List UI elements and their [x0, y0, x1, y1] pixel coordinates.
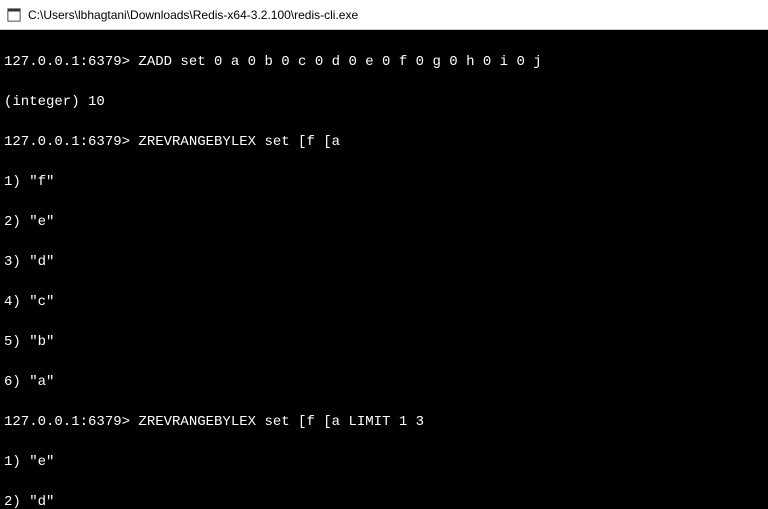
terminal-line: 1) "e": [4, 452, 764, 472]
window-title-bar: C:\Users\lbhagtani\Downloads\Redis-x64-3…: [0, 0, 768, 30]
window-title: C:\Users\lbhagtani\Downloads\Redis-x64-3…: [28, 8, 358, 22]
terminal-line: 2) "d": [4, 492, 764, 509]
terminal-line: 3) "d": [4, 252, 764, 272]
terminal-line: 2) "e": [4, 212, 764, 232]
app-icon: [6, 7, 22, 23]
terminal-line: 5) "b": [4, 332, 764, 352]
terminal-line: 4) "c": [4, 292, 764, 312]
terminal-line: 1) "f": [4, 172, 764, 192]
terminal-line: (integer) 10: [4, 92, 764, 112]
terminal-line: 6) "a": [4, 372, 764, 392]
terminal-output[interactable]: 127.0.0.1:6379> ZADD set 0 a 0 b 0 c 0 d…: [0, 30, 768, 509]
terminal-line: 127.0.0.1:6379> ZREVRANGEBYLEX set [f [a: [4, 132, 764, 152]
terminal-line: 127.0.0.1:6379> ZADD set 0 a 0 b 0 c 0 d…: [4, 52, 764, 72]
terminal-line: 127.0.0.1:6379> ZREVRANGEBYLEX set [f [a…: [4, 412, 764, 432]
